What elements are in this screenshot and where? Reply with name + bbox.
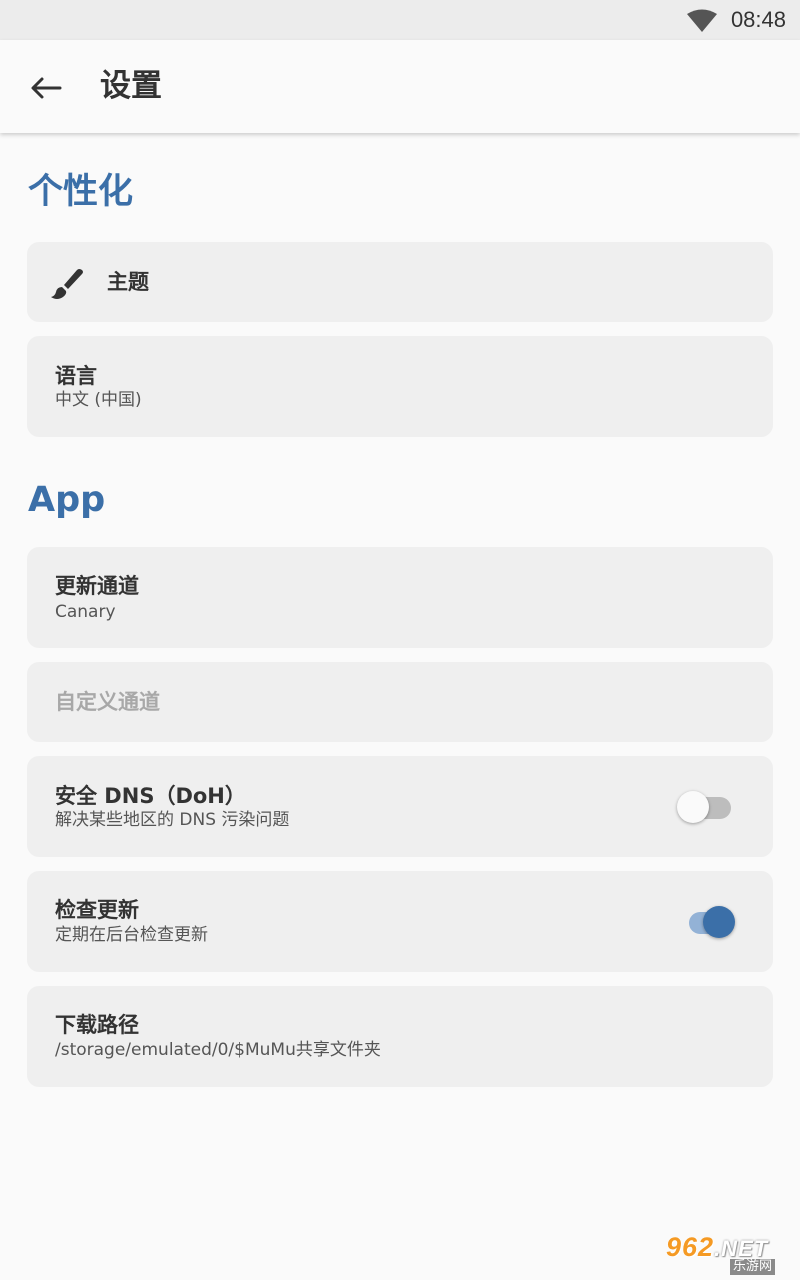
watermark-caption: 乐游网 bbox=[730, 1259, 776, 1275]
wifi-icon bbox=[687, 9, 717, 32]
settings-item-subtitle: 解决某些地区的 DNS 污染问题 bbox=[55, 810, 290, 830]
toggle-thumb bbox=[677, 791, 709, 823]
settings-item-title: 语言 bbox=[55, 364, 97, 388]
section-header-personalization: 个性化 bbox=[28, 172, 134, 212]
settings-item-custom-channel[interactable]: 自定义通道 bbox=[27, 662, 773, 742]
settings-item-title: 检查更新 bbox=[55, 898, 139, 922]
status-bar: 08:48 bbox=[0, 0, 800, 40]
app-bar: 设置 bbox=[0, 40, 800, 133]
settings-item-download-path[interactable]: 下载路径 /storage/emulated/0/$MuMu共享文件夹 bbox=[27, 986, 773, 1087]
brush-icon bbox=[51, 269, 83, 299]
settings-item-check-updates[interactable]: 检查更新 定期在后台检查更新 bbox=[27, 871, 773, 972]
settings-item-title: 主题 bbox=[107, 270, 149, 294]
settings-item-title: 更新通道 bbox=[55, 574, 139, 598]
secure-dns-toggle[interactable] bbox=[677, 787, 739, 827]
arrow-back-icon bbox=[31, 77, 62, 99]
settings-item-title: 下载路径 bbox=[55, 1013, 139, 1037]
page-title: 设置 bbox=[100, 68, 162, 104]
settings-item-language[interactable]: 语言 中文 (中国) bbox=[27, 336, 773, 437]
settings-item-title: 自定义通道 bbox=[55, 690, 160, 714]
status-time: 08:48 bbox=[730, 7, 786, 32]
settings-item-theme[interactable]: 主题 bbox=[27, 242, 773, 322]
settings-item-subtitle: /storage/emulated/0/$MuMu共享文件夹 bbox=[55, 1040, 381, 1060]
section-header-app: App bbox=[28, 480, 106, 520]
watermark-logo: 962.NET 乐游网 bbox=[658, 1232, 794, 1276]
toggle-thumb bbox=[703, 906, 735, 938]
check-updates-toggle[interactable] bbox=[683, 902, 739, 942]
settings-item-title: 安全 DNS（DoH） bbox=[55, 784, 246, 808]
settings-item-subtitle: 中文 (中国) bbox=[55, 390, 142, 410]
settings-item-subtitle: Canary bbox=[55, 602, 116, 622]
settings-item-subtitle: 定期在后台检查更新 bbox=[55, 925, 208, 945]
back-button[interactable] bbox=[22, 64, 70, 112]
settings-item-secure-dns[interactable]: 安全 DNS（DoH） 解决某些地区的 DNS 污染问题 bbox=[27, 756, 773, 857]
settings-item-update-channel[interactable]: 更新通道 Canary bbox=[27, 547, 773, 648]
